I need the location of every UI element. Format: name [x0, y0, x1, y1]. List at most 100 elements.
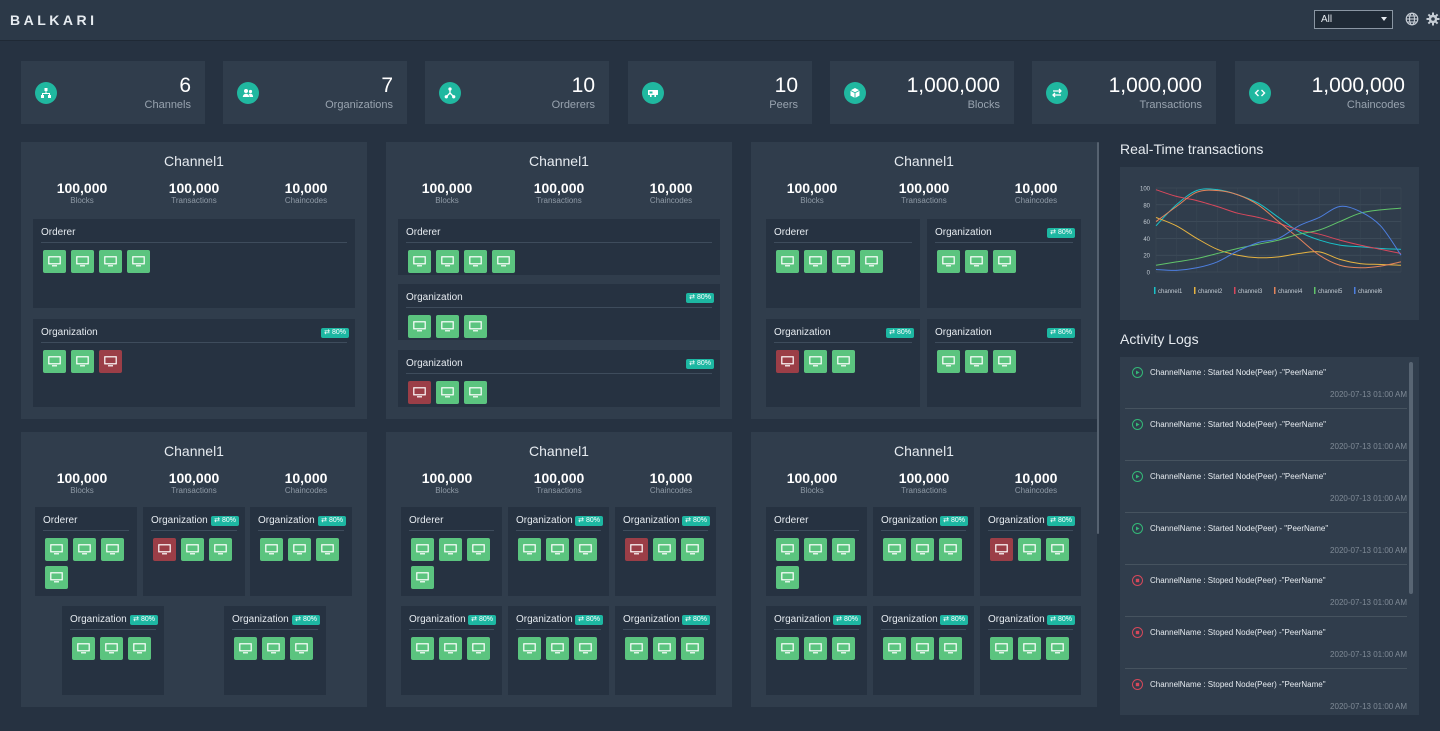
monitor-icon[interactable] [464, 381, 487, 404]
monitor-error-icon[interactable] [990, 538, 1013, 561]
monitor-icon[interactable] [408, 315, 431, 338]
log-entry[interactable]: ChannelName : Stoped Node(Peer) -"PeerNa… [1125, 669, 1407, 715]
monitor-icon[interactable] [316, 538, 339, 561]
monitor-icon[interactable] [653, 637, 676, 660]
monitor-icon[interactable] [776, 538, 799, 561]
monitor-icon[interactable] [101, 538, 124, 561]
monitor-error-icon[interactable] [153, 538, 176, 561]
monitor-icon[interactable] [965, 250, 988, 273]
filter-select[interactable]: All [1314, 10, 1393, 29]
monitor-icon[interactable] [653, 538, 676, 561]
monitor-icon[interactable] [1018, 538, 1041, 561]
monitor-icon[interactable] [181, 538, 204, 561]
monitor-icon[interactable] [939, 538, 962, 561]
monitor-icon[interactable] [804, 250, 827, 273]
scroll-divider[interactable] [1097, 142, 1099, 534]
log-entry[interactable]: ChannelName : Started Node(Peer) -"PeerN… [1125, 357, 1407, 409]
stat-card-orderers[interactable]: 10 Orderers [425, 61, 609, 124]
monitor-icon[interactable] [464, 250, 487, 273]
activity-log-list[interactable]: ChannelName : Started Node(Peer) -"PeerN… [1120, 357, 1419, 715]
monitor-icon[interactable] [234, 637, 257, 660]
brand-logo[interactable]: BALKARI [10, 12, 98, 28]
monitor-icon[interactable] [290, 637, 313, 660]
log-entry[interactable]: ChannelName : Stoped Node(Peer) -"PeerNa… [1125, 565, 1407, 617]
monitor-icon[interactable] [518, 538, 541, 561]
monitor-icon[interactable] [43, 250, 66, 273]
monitor-icon[interactable] [73, 538, 96, 561]
monitor-icon[interactable] [439, 538, 462, 561]
monitor-icon[interactable] [681, 538, 704, 561]
monitor-icon[interactable] [883, 637, 906, 660]
monitor-icon[interactable] [937, 250, 960, 273]
monitor-icon[interactable] [832, 637, 855, 660]
monitor-icon[interactable] [776, 250, 799, 273]
globe-icon[interactable] [1405, 12, 1419, 26]
monitor-icon[interactable] [411, 566, 434, 589]
monitor-icon[interactable] [436, 381, 459, 404]
stat-card-peers[interactable]: 10 Peers [628, 61, 812, 124]
monitor-icon[interactable] [260, 538, 283, 561]
monitor-icon[interactable] [467, 538, 490, 561]
monitor-icon[interactable] [411, 637, 434, 660]
monitor-icon[interactable] [911, 637, 934, 660]
monitor-icon[interactable] [100, 637, 123, 660]
monitor-error-icon[interactable] [776, 350, 799, 373]
log-entry[interactable]: ChannelName : Started Node(Peer) -"PeerN… [1125, 409, 1407, 461]
monitor-icon[interactable] [804, 538, 827, 561]
monitor-error-icon[interactable] [625, 538, 648, 561]
monitor-icon[interactable] [681, 637, 704, 660]
stat-card-chaincodes[interactable]: 1,000,000 Chaincodes [1235, 61, 1419, 124]
monitor-icon[interactable] [625, 637, 648, 660]
monitor-icon[interactable] [128, 637, 151, 660]
monitor-icon[interactable] [492, 250, 515, 273]
monitor-icon[interactable] [993, 350, 1016, 373]
monitor-icon[interactable] [937, 350, 960, 373]
monitor-error-icon[interactable] [408, 381, 431, 404]
monitor-icon[interactable] [45, 538, 68, 561]
monitor-icon[interactable] [71, 350, 94, 373]
monitor-icon[interactable] [411, 538, 434, 561]
monitor-error-icon[interactable] [99, 350, 122, 373]
gear-icon[interactable] [1426, 12, 1440, 26]
monitor-icon[interactable] [832, 350, 855, 373]
monitor-icon[interactable] [467, 637, 490, 660]
log-entry[interactable]: ChannelName : Started Node(Peer) - "Peer… [1125, 513, 1407, 565]
monitor-icon[interactable] [99, 250, 122, 273]
monitor-icon[interactable] [832, 538, 855, 561]
monitor-icon[interactable] [832, 250, 855, 273]
monitor-icon[interactable] [1018, 637, 1041, 660]
monitor-icon[interactable] [436, 315, 459, 338]
monitor-icon[interactable] [262, 637, 285, 660]
monitor-icon[interactable] [993, 250, 1016, 273]
log-entry[interactable]: ChannelName : Started Node(Peer) -"PeerN… [1125, 461, 1407, 513]
monitor-icon[interactable] [965, 350, 988, 373]
monitor-icon[interactable] [439, 637, 462, 660]
monitor-icon[interactable] [911, 538, 934, 561]
monitor-icon[interactable] [546, 637, 569, 660]
monitor-icon[interactable] [408, 250, 431, 273]
monitor-icon[interactable] [464, 315, 487, 338]
monitor-icon[interactable] [883, 538, 906, 561]
monitor-icon[interactable] [776, 566, 799, 589]
monitor-icon[interactable] [860, 250, 883, 273]
monitor-icon[interactable] [990, 637, 1013, 660]
monitor-icon[interactable] [209, 538, 232, 561]
monitor-icon[interactable] [804, 350, 827, 373]
monitor-icon[interactable] [43, 350, 66, 373]
activity-scrollbar[interactable] [1409, 362, 1413, 594]
stat-card-blocks[interactable]: 1,000,000 Blocks [830, 61, 1014, 124]
monitor-icon[interactable] [804, 637, 827, 660]
monitor-icon[interactable] [776, 637, 799, 660]
monitor-icon[interactable] [71, 250, 94, 273]
log-entry[interactable]: ChannelName : Stoped Node(Peer) -"PeerNa… [1125, 617, 1407, 669]
monitor-icon[interactable] [574, 637, 597, 660]
monitor-icon[interactable] [436, 250, 459, 273]
monitor-icon[interactable] [45, 566, 68, 589]
monitor-icon[interactable] [1046, 637, 1069, 660]
stat-card-channels[interactable]: 6 Channels [21, 61, 205, 124]
monitor-icon[interactable] [72, 637, 95, 660]
monitor-icon[interactable] [127, 250, 150, 273]
stat-card-organizations[interactable]: 7 Organizations [223, 61, 407, 124]
monitor-icon[interactable] [574, 538, 597, 561]
stat-card-transactions[interactable]: 1,000,000 Transactions [1032, 61, 1216, 124]
